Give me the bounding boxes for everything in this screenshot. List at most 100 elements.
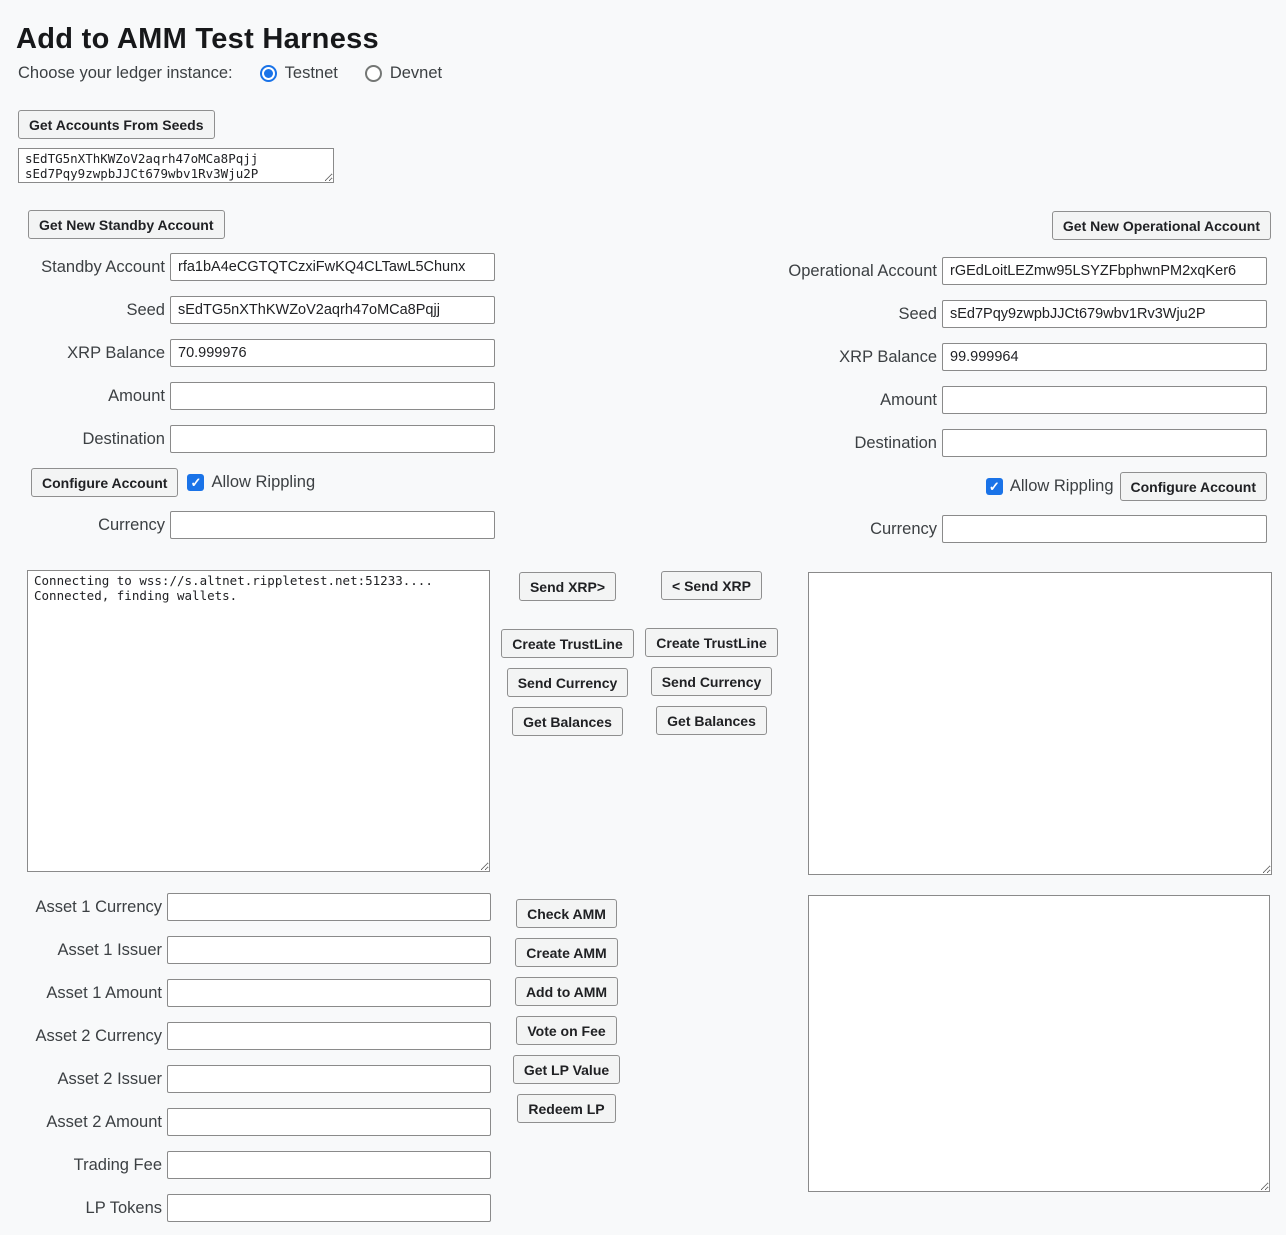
operational-get-balances-button[interactable]: Get Balances [656, 706, 767, 735]
radio-devnet[interactable]: Devnet [365, 64, 442, 83]
send-xrp-to-operational-button[interactable]: Send XRP> [519, 572, 616, 601]
asset2-amount-label: Asset 2 Amount [0, 1113, 167, 1132]
standby-account-field[interactable] [170, 253, 495, 281]
lp-tokens-row: LP Tokens [0, 1194, 491, 1222]
operational-xrp-balance-label: XRP Balance [839, 348, 942, 367]
operational-destination-row: Destination [767, 429, 1267, 457]
radio-selected-icon[interactable] [260, 65, 277, 82]
operational-destination-label: Destination [854, 434, 942, 453]
standby-results-textarea[interactable] [27, 570, 490, 872]
standby-seed-row: Seed [0, 296, 495, 324]
radio-devnet-label: Devnet [390, 64, 442, 83]
asset1-amount-row: Asset 1 Amount [0, 979, 491, 1007]
operational-amount-row: Amount [767, 386, 1267, 414]
send-xrp-to-standby-button[interactable]: < Send XRP [661, 571, 762, 600]
operational-seed-row: Seed [767, 300, 1267, 328]
operational-account-label: Operational Account [788, 262, 942, 281]
standby-actions-column: Send XRP> Create TrustLine Send Currency… [505, 572, 630, 746]
get-new-operational-account-button[interactable]: Get New Operational Account [1052, 211, 1271, 240]
standby-amount-row: Amount [0, 382, 495, 410]
operational-configure-row: Allow Rippling Configure Account [767, 472, 1267, 501]
seeds-textarea[interactable] [18, 148, 334, 183]
operational-xrp-balance-field[interactable] [942, 343, 1267, 371]
asset1-currency-field[interactable] [167, 893, 491, 921]
asset1-currency-row: Asset 1 Currency [0, 893, 491, 921]
standby-amount-field[interactable] [170, 382, 495, 410]
operational-seed-label: Seed [898, 305, 942, 324]
trading-fee-field[interactable] [167, 1151, 491, 1179]
standby-allow-rippling-label: Allow Rippling [211, 473, 315, 492]
asset1-currency-label: Asset 1 Currency [0, 898, 167, 917]
asset1-issuer-label: Asset 1 Issuer [0, 941, 167, 960]
get-new-standby-account-button[interactable]: Get New Standby Account [28, 210, 225, 239]
trading-fee-label: Trading Fee [0, 1156, 167, 1175]
asset2-issuer-row: Asset 2 Issuer [0, 1065, 491, 1093]
standby-xrp-balance-field[interactable] [170, 339, 495, 367]
standby-currency-field[interactable] [170, 511, 495, 539]
standby-account-row: Standby Account [0, 253, 495, 281]
check-amm-button[interactable]: Check AMM [516, 899, 617, 928]
standby-seed-field[interactable] [170, 296, 495, 324]
radio-unselected-icon[interactable] [365, 65, 382, 82]
standby-amount-label: Amount [0, 387, 170, 406]
asset2-currency-field[interactable] [167, 1022, 491, 1050]
asset2-amount-field[interactable] [167, 1108, 491, 1136]
asset2-issuer-label: Asset 2 Issuer [0, 1070, 167, 1089]
lp-tokens-label: LP Tokens [0, 1199, 167, 1218]
asset1-issuer-row: Asset 1 Issuer [0, 936, 491, 964]
operational-currency-field[interactable] [942, 515, 1267, 543]
operational-xrp-balance-row: XRP Balance [767, 343, 1267, 371]
standby-xrp-balance-label: XRP Balance [0, 344, 170, 363]
radio-testnet[interactable]: Testnet [260, 64, 338, 83]
asset2-currency-label: Asset 2 Currency [0, 1027, 167, 1046]
standby-send-currency-button[interactable]: Send Currency [507, 668, 629, 697]
create-amm-button[interactable]: Create AMM [515, 938, 617, 967]
asset2-amount-row: Asset 2 Amount [0, 1108, 491, 1136]
amm-test-harness-page: Add to AMM Test Harness Choose your ledg… [0, 0, 1286, 1235]
standby-currency-label: Currency [0, 516, 170, 535]
asset1-issuer-field[interactable] [167, 936, 491, 964]
operational-allow-rippling-label: Allow Rippling [1010, 477, 1114, 496]
lp-tokens-field[interactable] [167, 1194, 491, 1222]
amm-actions-column: Check AMM Create AMM Add to AMM Vote on … [505, 899, 628, 1133]
amm-results-textarea[interactable] [808, 895, 1270, 1192]
ledger-instance-label: Choose your ledger instance: [18, 64, 233, 83]
page-title: Add to AMM Test Harness [16, 23, 379, 56]
amm-form: Asset 1 Currency Asset 1 Issuer Asset 1 … [0, 893, 491, 1235]
operational-seed-field[interactable] [942, 300, 1267, 328]
standby-form: Standby Account Seed XRP Balance Amount … [0, 253, 495, 554]
standby-allow-rippling-checkbox[interactable] [187, 474, 204, 491]
get-lp-value-button[interactable]: Get LP Value [513, 1055, 620, 1084]
operational-configure-account-button[interactable]: Configure Account [1120, 472, 1267, 501]
asset2-issuer-field[interactable] [167, 1065, 491, 1093]
redeem-lp-button[interactable]: Redeem LP [517, 1094, 615, 1123]
operational-amount-label: Amount [880, 391, 942, 410]
vote-on-fee-button[interactable]: Vote on Fee [516, 1016, 616, 1045]
operational-results-textarea[interactable] [808, 572, 1272, 875]
standby-xrp-balance-row: XRP Balance [0, 339, 495, 367]
standby-destination-label: Destination [0, 430, 170, 449]
standby-currency-row: Currency [0, 511, 495, 539]
standby-destination-row: Destination [0, 425, 495, 453]
operational-destination-field[interactable] [942, 429, 1267, 457]
ledger-instance-row: Choose your ledger instance: Testnet Dev… [18, 64, 442, 83]
standby-configure-row: Configure Account Allow Rippling [0, 468, 495, 497]
standby-seed-label: Seed [0, 301, 170, 320]
trading-fee-row: Trading Fee [0, 1151, 491, 1179]
operational-account-field[interactable] [942, 257, 1267, 285]
standby-configure-account-button[interactable]: Configure Account [31, 468, 178, 497]
operational-allow-rippling-checkbox[interactable] [986, 478, 1003, 495]
asset1-amount-label: Asset 1 Amount [0, 984, 167, 1003]
standby-create-trustline-button[interactable]: Create TrustLine [501, 629, 633, 658]
standby-destination-field[interactable] [170, 425, 495, 453]
asset1-amount-field[interactable] [167, 979, 491, 1007]
add-to-amm-button[interactable]: Add to AMM [515, 977, 618, 1006]
operational-send-currency-button[interactable]: Send Currency [651, 667, 773, 696]
operational-amount-field[interactable] [942, 386, 1267, 414]
operational-currency-label: Currency [870, 520, 942, 539]
standby-get-balances-button[interactable]: Get Balances [512, 707, 623, 736]
operational-create-trustline-button[interactable]: Create TrustLine [645, 628, 777, 657]
get-accounts-from-seeds-button[interactable]: Get Accounts From Seeds [18, 110, 215, 139]
operational-form: Operational Account Seed XRP Balance Amo… [767, 257, 1267, 558]
radio-testnet-label: Testnet [285, 64, 338, 83]
